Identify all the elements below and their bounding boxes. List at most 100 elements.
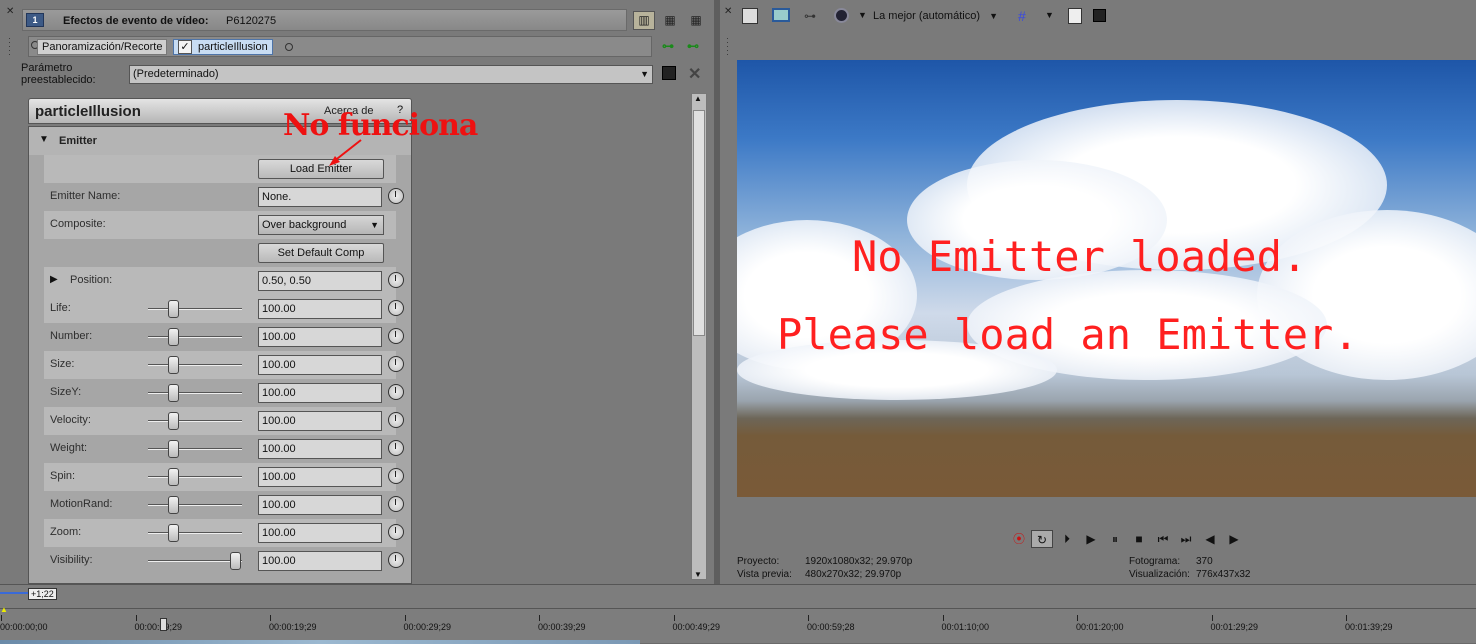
keyframe-clock-icon[interactable] <box>388 384 404 400</box>
overlays-grid-icon[interactable]: # <box>1018 8 1026 24</box>
timeline-ruler[interactable]: +1;22 ▲ 00:00:00;00 00:00:09;29 00:00:19;2… <box>0 584 1476 644</box>
quality-select[interactable]: La mejor (automático) ▼ <box>873 10 998 22</box>
zoom-slider-track[interactable] <box>148 532 242 534</box>
keyframe-clock-icon[interactable] <box>388 412 404 428</box>
load-emitter-button[interactable]: Load Emitter <box>258 159 384 179</box>
keyframe-clock-icon[interactable] <box>388 300 404 316</box>
go-to-start-icon[interactable]: ⏮ <box>1152 530 1174 548</box>
velocity-slider-track[interactable] <box>148 420 242 422</box>
velocity-value-field[interactable]: 100.00 <box>258 411 382 431</box>
record-icon[interactable]: ⦿ <box>1008 530 1030 548</box>
save-preset-icon[interactable] <box>662 66 676 80</box>
scroll-thumb[interactable] <box>693 110 705 336</box>
composite-select[interactable]: Over background ▼ <box>258 215 384 235</box>
weight-slider-thumb[interactable] <box>167 440 179 458</box>
copy-snapshot-icon[interactable] <box>1068 8 1082 24</box>
split-screen-icon[interactable]: ⊶ <box>804 9 816 23</box>
number-value-field[interactable]: 100.00 <box>258 327 382 347</box>
keyframe-clock-icon[interactable] <box>388 188 404 204</box>
motionrand-slider-thumb[interactable] <box>167 496 179 514</box>
param-row-motionrand: MotionRand: 100.00 <box>44 491 404 519</box>
visibility-slider-track[interactable] <box>148 560 242 562</box>
emitter-name-field[interactable]: None. <box>258 187 382 207</box>
grip-icon[interactable]: · · · · · <box>8 34 11 59</box>
sizey-value-field[interactable]: 100.00 <box>258 383 382 403</box>
zoom-slider-thumb[interactable] <box>167 524 179 542</box>
go-to-end-icon[interactable]: ⏭ <box>1175 530 1197 548</box>
ruler-tick <box>270 615 271 621</box>
loop-icon[interactable]: ↻ <box>1031 530 1053 548</box>
view-double-icon[interactable]: ▦ <box>659 11 681 30</box>
keyframe-clock-icon[interactable] <box>388 468 404 484</box>
checkbox-icon[interactable]: ✓ <box>178 40 192 54</box>
sizey-slider-track[interactable] <box>148 392 242 394</box>
remove-plugin-icon[interactable]: ⊷ <box>687 39 699 53</box>
chevron-down-icon[interactable]: ▼ <box>1045 10 1054 20</box>
motionrand-slider-track[interactable] <box>148 504 242 506</box>
play-icon[interactable]: ▶ <box>1080 530 1102 548</box>
vertical-scrollbar[interactable]: ▲ ▼ <box>691 93 707 580</box>
plugin-chain-icon[interactable]: ⊶ <box>662 39 674 53</box>
size-slider-thumb[interactable] <box>167 356 179 374</box>
keyframe-clock-icon[interactable] <box>388 356 404 372</box>
set-default-comp-button[interactable]: Set Default Comp <box>258 243 384 263</box>
next-frame-icon[interactable]: ▶ <box>1223 530 1245 548</box>
chain-item-pan-crop[interactable]: Panoramización/Recorte <box>37 39 168 55</box>
save-snapshot-icon[interactable] <box>1093 9 1106 22</box>
title-value: P6120275 <box>226 15 277 27</box>
number-slider-track[interactable] <box>148 336 242 338</box>
keyframe-clock-icon[interactable] <box>388 524 404 540</box>
size-slider-track[interactable] <box>148 364 242 366</box>
external-monitor-icon[interactable] <box>772 8 790 22</box>
collapse-triangle-icon[interactable]: ▼ <box>39 134 49 145</box>
chevron-down-icon[interactable]: ▼ <box>858 10 867 20</box>
life-slider-track[interactable] <box>148 308 242 310</box>
scroll-up-icon[interactable]: ▲ <box>694 94 702 103</box>
delete-preset-icon[interactable]: ✕ <box>688 64 701 84</box>
visibility-value-field[interactable]: 100.00 <box>258 551 382 571</box>
spin-slider-track[interactable] <box>148 476 242 478</box>
life-slider-thumb[interactable] <box>167 300 179 318</box>
number-slider-thumb[interactable] <box>167 328 179 346</box>
ruler-tick <box>539 615 540 621</box>
playback-rate-badge[interactable]: +1;22 <box>28 588 57 600</box>
previous-frame-icon[interactable]: ◀ <box>1199 530 1221 548</box>
position-field[interactable]: 0.50, 0.50 <box>258 271 382 291</box>
weight-slider-track[interactable] <box>148 448 242 450</box>
keyframe-clock-icon[interactable] <box>388 496 404 512</box>
param-label: Spin: <box>50 470 76 482</box>
keyframe-clock-icon[interactable] <box>388 552 404 568</box>
play-from-start-icon[interactable]: ⏵ <box>1056 530 1078 548</box>
size-value-field[interactable]: 100.00 <box>258 355 382 375</box>
velocity-slider-thumb[interactable] <box>167 412 179 430</box>
visibility-slider-thumb[interactable] <box>230 552 241 570</box>
zoom-value-field[interactable]: 100.00 <box>258 523 382 543</box>
project-properties-icon[interactable] <box>742 8 758 24</box>
motionrand-value-field[interactable]: 100.00 <box>258 495 382 515</box>
ruler-tick-label: 00:00:00;00 <box>0 622 48 632</box>
keyframe-clock-icon[interactable] <box>388 328 404 344</box>
sizey-slider-thumb[interactable] <box>167 384 179 402</box>
grip-icon[interactable]: · · · · · <box>726 34 729 59</box>
stop-icon[interactable]: ■ <box>1128 530 1150 548</box>
chevron-down-icon: ▼ <box>640 69 649 79</box>
weight-value-field[interactable]: 100.00 <box>258 439 382 459</box>
expand-triangle-icon[interactable]: ▶ <box>50 274 58 285</box>
chain-item-particleillusion[interactable]: ✓ particleIllusion <box>173 39 273 55</box>
pause-icon[interactable]: ⏸ <box>1104 530 1126 548</box>
view-single-icon[interactable]: ▥ <box>633 11 655 30</box>
preset-select[interactable]: (Predeterminado) ▼ <box>129 65 653 84</box>
spin-value-field[interactable]: 100.00 <box>258 467 382 487</box>
keyframe-clock-icon[interactable] <box>388 272 404 288</box>
spin-slider-thumb[interactable] <box>167 468 179 486</box>
scroll-down-icon[interactable]: ▼ <box>694 570 702 579</box>
preview-quality-icon[interactable] <box>834 8 849 23</box>
life-value-field[interactable]: 100.00 <box>258 299 382 319</box>
param-label: Size: <box>50 358 75 370</box>
close-icon[interactable]: ✕ <box>6 6 14 17</box>
playhead[interactable] <box>160 618 167 631</box>
close-icon[interactable]: ✕ <box>724 6 732 17</box>
keyframe-clock-icon[interactable] <box>388 440 404 456</box>
param-row-sizey: SizeY: 100.00 <box>44 379 404 407</box>
view-triple-icon[interactable]: ▦ <box>685 11 707 30</box>
